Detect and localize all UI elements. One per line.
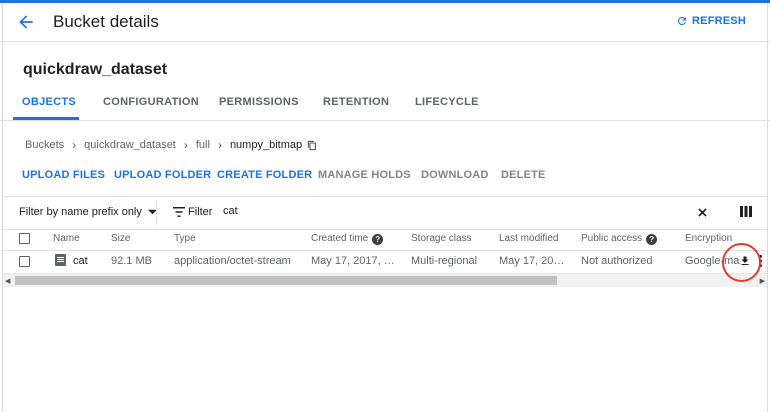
object-type: application/octet-stream xyxy=(174,255,291,267)
prefix-filter-dropdown[interactable]: Filter by name prefix only xyxy=(19,206,157,218)
filter-bar: Filter by name prefix only Filter xyxy=(3,196,767,230)
help-icon[interactable]: ? xyxy=(372,234,384,245)
object-encryption: Google-ma xyxy=(685,255,740,267)
object-created: May 17, 2017, … xyxy=(311,255,395,267)
column-header-public-access-label: Public access xyxy=(581,233,643,244)
chevron-right-icon: › xyxy=(72,138,77,152)
download-button[interactable]: DOWNLOAD xyxy=(421,169,489,181)
select-all-checkbox[interactable] xyxy=(19,233,30,244)
bucket-name: quickdraw_dataset xyxy=(23,61,168,78)
object-storage-class: Multi-regional xyxy=(411,255,478,267)
divider xyxy=(156,201,157,225)
filter-label: Filter xyxy=(188,206,213,218)
refresh-label: REFRESH xyxy=(692,15,746,27)
copy-icon[interactable] xyxy=(307,140,317,151)
refresh-icon xyxy=(678,16,687,25)
refresh-button[interactable]: REFRESH xyxy=(676,15,746,27)
column-header-storage-class[interactable]: Storage class xyxy=(411,233,472,244)
more-vert-icon[interactable] xyxy=(758,254,763,268)
column-header-encryption[interactable]: Encryption xyxy=(685,233,732,244)
column-header-name[interactable]: Name xyxy=(53,233,80,244)
object-public-access: Not authorized xyxy=(581,255,653,267)
column-header-created-label: Created time xyxy=(311,233,369,244)
chevron-right-icon: › xyxy=(183,138,188,152)
column-header-type[interactable]: Type xyxy=(174,233,196,244)
column-display-icon[interactable] xyxy=(740,206,752,217)
object-last-modified: May 17, 20… xyxy=(499,255,565,267)
active-tab-indicator xyxy=(13,117,79,120)
tab-retention[interactable]: RETENTION xyxy=(323,96,389,108)
tab-objects[interactable]: OBJECTS xyxy=(22,96,76,108)
table-header: Name Size Type Created time? Storage cla… xyxy=(3,228,767,251)
breadcrumb-buckets[interactable]: Buckets xyxy=(25,139,64,151)
chevron-right-icon: › xyxy=(217,138,222,152)
scroll-left-icon[interactable]: ◀ xyxy=(5,277,10,285)
create-folder-button[interactable]: CREATE FOLDER xyxy=(217,169,312,181)
arrow-back-icon[interactable] xyxy=(16,12,36,32)
column-header-size[interactable]: Size xyxy=(111,233,130,244)
upload-folder-button[interactable]: UPLOAD FOLDER xyxy=(114,169,211,181)
breadcrumb-bucket[interactable]: quickdraw_dataset xyxy=(84,139,176,151)
column-header-last-modified[interactable]: Last modified xyxy=(499,233,558,244)
tab-configuration[interactable]: CONFIGURATION xyxy=(103,96,199,108)
column-header-public-access[interactable]: Public access? xyxy=(581,233,658,245)
upload-files-button[interactable]: UPLOAD FILES xyxy=(22,169,105,181)
object-size: 92.1 MB xyxy=(111,255,152,267)
help-icon[interactable]: ? xyxy=(646,234,658,245)
horizontal-scrollbar[interactable]: ◀ ▶ xyxy=(3,273,767,287)
scrollbar-thumb[interactable] xyxy=(15,276,557,285)
close-icon[interactable] xyxy=(696,206,709,219)
download-icon[interactable] xyxy=(739,254,751,268)
breadcrumb-current: numpy_bitmap xyxy=(229,139,303,151)
column-header-created[interactable]: Created time? xyxy=(311,233,384,245)
filter-input[interactable] xyxy=(223,205,623,217)
object-name-link[interactable]: cat xyxy=(73,255,88,267)
filter-list-icon xyxy=(173,207,185,217)
scroll-right-icon[interactable]: ▶ xyxy=(760,277,765,285)
file-icon xyxy=(55,254,66,266)
breadcrumb-folder-full[interactable]: full xyxy=(196,139,210,151)
table-row: cat 92.1 MB application/octet-stream May… xyxy=(3,250,767,273)
tab-bar: OBJECTS CONFIGURATION PERMISSIONS RETENT… xyxy=(0,90,770,121)
row-checkbox[interactable] xyxy=(19,256,30,267)
tab-lifecycle[interactable]: LIFECYCLE xyxy=(415,96,479,108)
breadcrumb: Buckets › quickdraw_dataset › full › num… xyxy=(25,138,317,152)
manage-holds-button[interactable]: MANAGE HOLDS xyxy=(318,169,411,181)
page-header: Bucket details REFRESH xyxy=(0,3,770,42)
delete-button[interactable]: DELETE xyxy=(501,169,546,181)
page-title: Bucket details xyxy=(53,12,159,31)
tab-permissions[interactable]: PERMISSIONS xyxy=(219,96,299,108)
prefix-filter-label: Filter by name prefix only xyxy=(19,206,142,218)
